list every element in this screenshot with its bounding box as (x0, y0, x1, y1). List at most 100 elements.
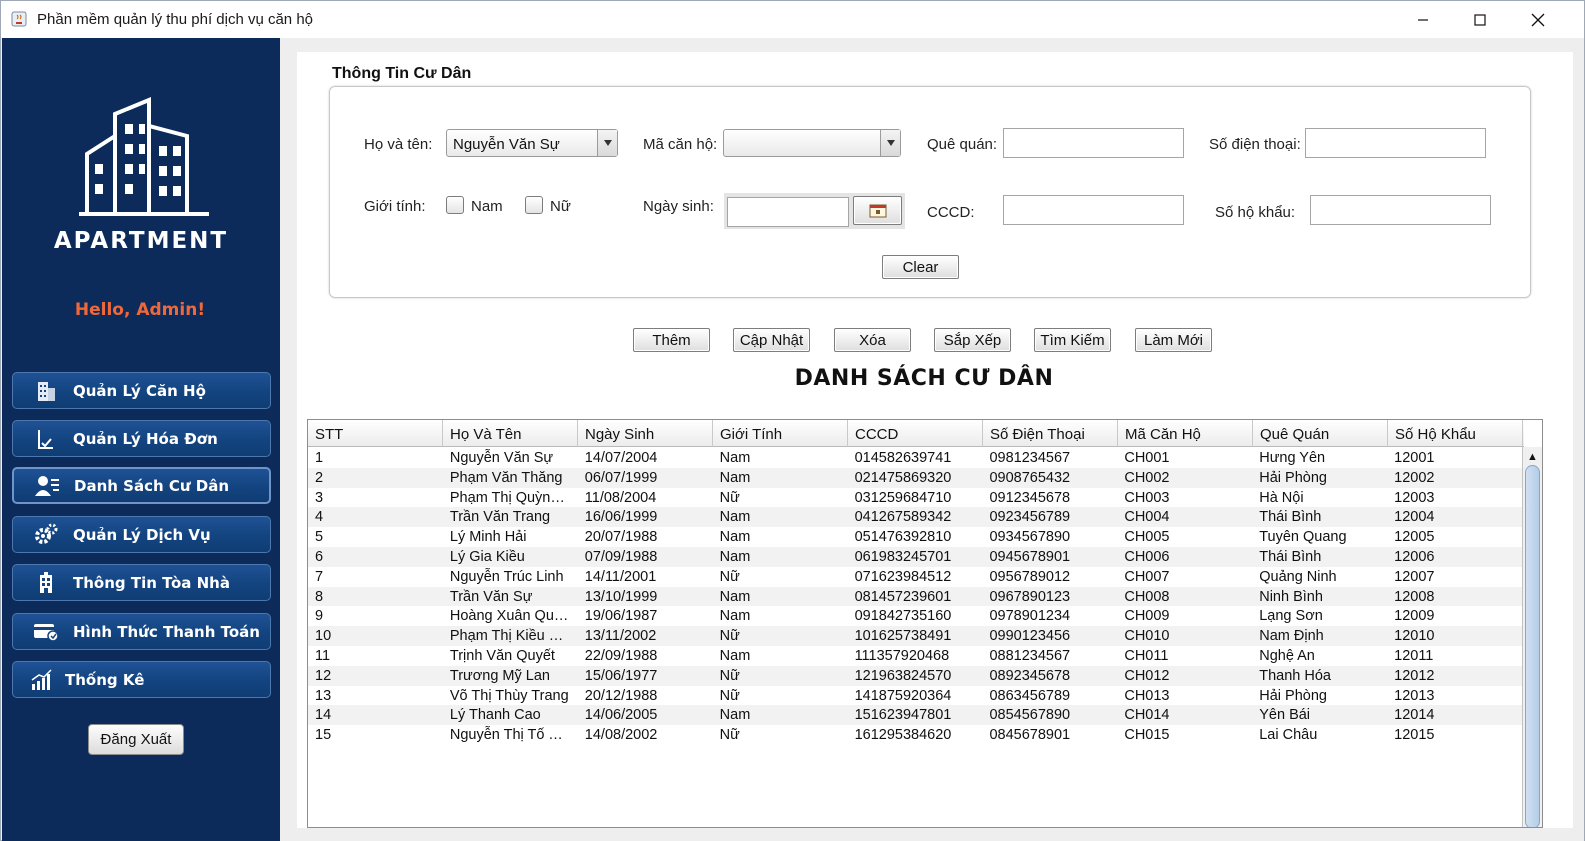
table-row[interactable]: 7 Nguyễn Trúc Linh 14/11/2001 Nữ 07162398451… (308, 567, 1522, 587)
scrollbar-thumb[interactable] (1525, 465, 1540, 827)
table-row[interactable]: 4 Trần Văn Trang 16/06/1999 Nam 041267589342… (308, 507, 1522, 528)
update-button[interactable]: Cập Nhật (733, 328, 810, 352)
table-cell: 12008 (1394, 588, 1435, 605)
column-header[interactable]: Ngày Sinh (578, 420, 713, 447)
table-row[interactable]: 6 Lý Gia Kiều 07/09/1988 Nam 061983245701 094… (308, 546, 1522, 567)
table-cell: 12010 (1394, 628, 1435, 645)
column-header[interactable]: Quê Quán (1253, 420, 1388, 447)
hometown-label: Quê quán: (927, 136, 998, 153)
column-header[interactable]: Họ Và Tên (443, 420, 578, 447)
phone-input[interactable] (1305, 128, 1486, 158)
table-cell: Nguyễn Trúc Linh (449, 568, 564, 585)
column-header[interactable]: Mã Căn Hộ (1118, 420, 1253, 447)
column-header[interactable]: STT (308, 420, 443, 447)
table-cell: 12009 (1394, 608, 1435, 625)
column-header[interactable]: Giới Tính (713, 420, 848, 447)
gender-female-checkbox[interactable] (525, 196, 543, 214)
name-select[interactable]: Nguyễn Văn Sự (446, 129, 618, 157)
household-input[interactable] (1310, 195, 1491, 225)
hometown-input[interactable] (1003, 128, 1184, 158)
table-cell: Nữ (719, 568, 740, 585)
table-row[interactable]: 14 Lý Thanh Cao 14/06/2005 Nam 151623947801 0… (308, 705, 1522, 726)
table-cell: 12004 (1394, 509, 1435, 526)
table-cell: Nam Định (1259, 628, 1324, 645)
birth-date-input[interactable] (727, 197, 849, 227)
search-button[interactable]: Tìm Kiếm (1034, 328, 1111, 352)
table-cell: 11/08/2004 (584, 489, 657, 506)
table-cell: 13/10/1999 (584, 588, 658, 605)
table-row[interactable]: 3 Phạm Thị Quỳnh ... 11/08/2004 Nữ 031259684… (308, 488, 1522, 508)
minimize-icon (1418, 18, 1428, 21)
gender-male-checkbox[interactable] (446, 196, 464, 214)
logout-button[interactable]: Đăng Xuất (88, 724, 184, 755)
table-row[interactable]: 8 Trần Văn Sự 13/10/1999 Nam 081457239601 096… (308, 586, 1522, 607)
vertical-scrollbar[interactable]: ▲ (1522, 447, 1542, 827)
sort-button[interactable]: Sắp Xếp (934, 328, 1011, 352)
table-cell: 12012 (1394, 667, 1435, 684)
nav-quan-ly-can-ho[interactable]: Quản Lý Căn Hộ (12, 372, 271, 409)
gender-male-label: Nam (471, 198, 503, 215)
table-row[interactable]: 10 Phạm Thị Kiều N... 13/11/2002 Nữ 10162573… (308, 626, 1522, 646)
refresh-button[interactable]: Làm Mới (1135, 328, 1212, 352)
column-header[interactable]: Số Điện Thoại (983, 420, 1118, 447)
nav-danh-sach-cu-dan[interactable]: Danh Sách Cư Dân (12, 467, 271, 504)
table-cell: 0863456789 (989, 687, 1071, 704)
table-cell: 22/09/1988 (584, 647, 658, 664)
close-button[interactable] (1514, 1, 1562, 38)
table-cell: 0934567890 (989, 529, 1071, 546)
table-cell: Lý Gia Kiều (449, 548, 525, 565)
table-row[interactable]: 13 Võ Thị Thùy Trang 20/12/1988 Nữ 141875920… (308, 686, 1522, 706)
cccd-input[interactable] (1003, 195, 1184, 225)
table-row[interactable]: 11 Trịnh Văn Quyết 22/09/1988 Nam 1113579204… (308, 646, 1522, 666)
nav-thong-tin-toa-nha[interactable]: Thông Tin Tòa Nhà (12, 564, 271, 601)
group-title: Thông Tin Cư Dân (332, 65, 472, 82)
table-cell: 0845678901 (989, 727, 1071, 744)
table-cell: Nam (719, 647, 751, 664)
list-title: DANH SÁCH CƯ DÂN (794, 366, 1054, 391)
column-header[interactable]: Số Hộ Khẩu (1388, 420, 1523, 447)
scroll-up-icon[interactable]: ▲ (1527, 451, 1538, 463)
apartment-label: Mã căn hộ: (643, 136, 718, 153)
nav-thong-ke[interactable]: Thống Kê (12, 661, 271, 698)
sidebar: APARTMENT Hello, Admin! Quản Lý Căn Hộ Q… (2, 38, 280, 841)
stats-icon (29, 667, 55, 693)
table-row[interactable]: 5 Lý Minh Hải 20/07/1988 Nam 051476392810 093… (308, 527, 1522, 547)
add-button[interactable]: Thêm (633, 328, 710, 352)
nav-quan-ly-hoa-don[interactable]: Quản Lý Hóa Đơn (12, 420, 271, 457)
table-row[interactable]: 12 Trương Mỹ Lan 15/06/1977 Nữ 121963824570 0… (308, 665, 1522, 686)
table-cell: 121963824570 (854, 667, 952, 684)
minimize-button[interactable] (1399, 1, 1447, 38)
chevron-down-icon (880, 130, 900, 156)
calendar-button[interactable] (853, 196, 902, 225)
table-cell: CH011 (1124, 647, 1169, 664)
table-cell: 161295384620 (854, 727, 952, 744)
delete-button[interactable]: Xóa (834, 328, 911, 352)
clear-button[interactable]: Clear (882, 255, 959, 279)
table-cell: CH002 (1124, 469, 1170, 486)
maximize-button[interactable] (1456, 1, 1504, 38)
table-cell: Nữ (719, 687, 740, 704)
table-cell: 4 (315, 509, 324, 526)
table-cell: 13/11/2002 (584, 628, 657, 645)
table-cell: 14 (315, 707, 332, 724)
table-cell: Nam (719, 509, 751, 526)
table-cell: Lý Minh Hải (449, 529, 527, 546)
table-cell: Lai Châu (1259, 727, 1318, 744)
table-cell: 13 (315, 687, 332, 704)
table-cell: 151623947801 (854, 707, 952, 724)
table-cell: 0981234567 (989, 450, 1071, 466)
table-row[interactable]: 2 Phạm Văn Thăng 06/07/1999 Nam 021475869320… (308, 467, 1522, 488)
nav-quan-ly-dich-vu[interactable]: Quản Lý Dịch Vụ (12, 516, 271, 553)
table-cell: 0923456789 (989, 509, 1071, 526)
nav-hinh-thuc-thanh-toan[interactable]: Hình Thức Thanh Toán (12, 613, 271, 650)
table-row[interactable]: 1 Nguyễn Văn Sự 14/07/2004 Nam 014582639741 0… (308, 448, 1522, 468)
table-cell: 051476392810 (854, 529, 952, 546)
table-cell: CH006 (1124, 548, 1170, 565)
nav-label: Quản Lý Căn Hộ (73, 381, 206, 400)
table-cell: Thái Bình (1259, 548, 1322, 565)
apartment-select[interactable] (723, 129, 901, 157)
table-cell: 14/08/2002 (584, 727, 658, 744)
table-row[interactable]: 9 Hoàng Xuân Qua... 19/06/1987 Nam 091842735… (308, 606, 1522, 626)
column-header[interactable]: CCCD (848, 420, 983, 447)
table-row[interactable]: 15 Nguyễn Thị Tố Tri... 14/08/2002 Nữ 161295… (308, 725, 1522, 745)
